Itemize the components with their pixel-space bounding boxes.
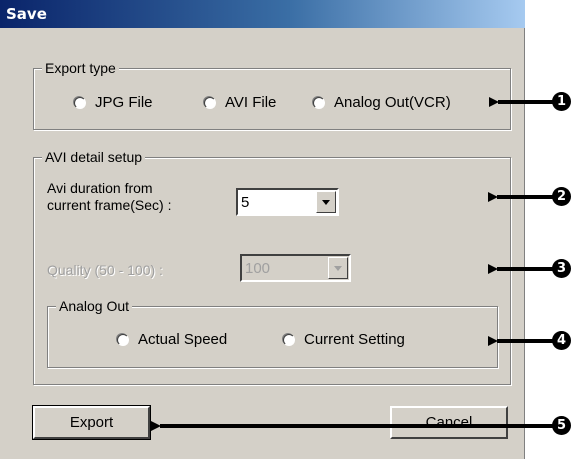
callout-badge-4: 4 xyxy=(552,331,571,350)
callout-badge-3: 3 xyxy=(552,259,571,278)
callout-badge-2: 2 xyxy=(552,187,571,206)
callout-badge-1: 1 xyxy=(552,92,571,111)
callout-arrows xyxy=(151,97,558,431)
callout-badge-5: 5 xyxy=(552,416,571,435)
